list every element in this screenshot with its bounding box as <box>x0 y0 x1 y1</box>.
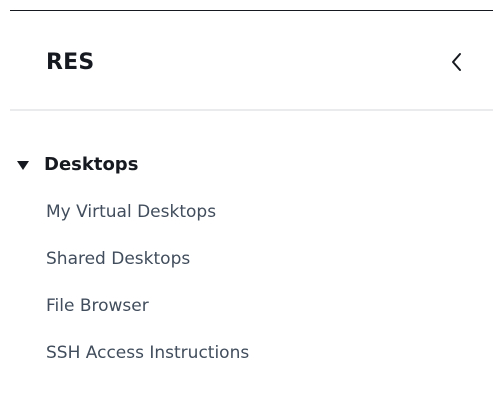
caret-down-icon <box>16 158 30 172</box>
section-label: Desktops <box>44 154 139 175</box>
section-toggle-desktops[interactable]: Desktops <box>16 150 138 180</box>
side-nav-header: RES <box>10 11 493 111</box>
nav-item-my-virtual-desktops: My Virtual Desktops <box>0 197 493 244</box>
nav-item-file-browser: File Browser <box>0 291 493 338</box>
nav-item-shared-desktops: Shared Desktops <box>0 244 493 291</box>
nav-item-ssh-access-instructions: SSH Access Instructions <box>0 338 493 385</box>
nav-link-file-browser[interactable]: File Browser <box>46 291 149 321</box>
chevron-left-icon <box>449 51 465 73</box>
nav-link-my-virtual-desktops[interactable]: My Virtual Desktops <box>46 197 216 227</box>
nav-list: My Virtual Desktops Shared Desktops File… <box>0 197 493 385</box>
nav-link-shared-desktops[interactable]: Shared Desktops <box>46 244 190 274</box>
collapse-nav-button[interactable] <box>440 45 474 79</box>
nav-link-ssh-access-instructions[interactable]: SSH Access Instructions <box>46 338 249 368</box>
app-title: RES <box>46 50 95 75</box>
